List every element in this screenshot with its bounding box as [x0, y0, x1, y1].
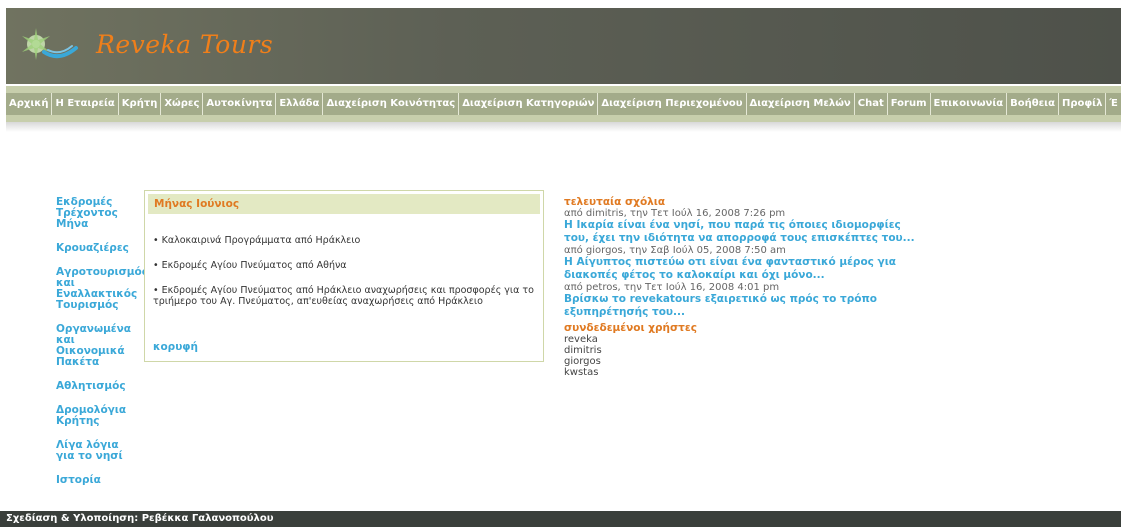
sidebar-link[interactable]: Ιστορία [56, 475, 140, 486]
nav-item[interactable]: Χώρες [161, 93, 204, 115]
panel-list-item: • Εκδρομές Αγίου Πνεύματος από Ηράκλειο … [153, 285, 534, 307]
nav-item[interactable]: Έ [1106, 93, 1121, 115]
nav-item[interactable]: Ελλάδα [276, 93, 324, 115]
site-title[interactable]: Reveka Tours [96, 30, 273, 59]
online-user: giorgos [564, 356, 601, 367]
comment-link[interactable]: Η Αίγυπτος πιστεύω οτι είναι ένα φανταστ… [564, 256, 924, 282]
nav-item[interactable]: Κρήτη [119, 93, 162, 115]
nav-item[interactable]: Αρχική [6, 93, 53, 115]
sidebar-link[interactable]: Αθλητισμός [56, 381, 140, 392]
sidebar-link[interactable]: Οργανωμένα και Οικονομικά Πακέτα [56, 324, 140, 368]
nav-item[interactable]: Διαχείριση Κατηγοριών [459, 93, 599, 115]
nav-item[interactable]: Chat [855, 93, 888, 115]
top-link[interactable]: κορυφή [153, 341, 198, 353]
latest-comments-title: τελευταία σχόλια [564, 196, 666, 208]
comment-link[interactable]: Βρίσκω το revekatours εξαιρετικό ως πρός… [564, 293, 924, 319]
nav-item[interactable]: Διαχείριση Κοινότητας [323, 93, 460, 115]
panel-list: • Καλοκαιρινά Προγράμματα από Ηράκλειο • … [145, 217, 543, 307]
nav-menu: Αρχική Η Εταιρεία Κρήτη Χώρες Αυτοκίνητα Ελλά… [6, 93, 1121, 115]
online-user: kwstas [564, 367, 599, 378]
comment-meta: από petros, την Τετ Ιούλ 16, 2008 4:01 p… [564, 282, 780, 293]
site-header: Reveka Tours [6, 8, 1121, 84]
nav-item[interactable]: Προφίλ [1059, 93, 1107, 115]
sidebar-link[interactable]: Εκδρομές Τρέχοντος Μήνα [56, 197, 140, 230]
comments-list: από dimitris, την Τετ Ιούλ 16, 2008 7:26… [564, 208, 924, 319]
comment-link[interactable]: Η Ικαρία είναι ένα νησί, που παρά τις όπ… [564, 219, 924, 245]
comment-meta: από dimitris, την Τετ Ιούλ 16, 2008 7:26… [564, 208, 786, 219]
panel-title: Μήνας Ιούνιος [148, 194, 540, 214]
sidebar-link[interactable]: Δρομολόγια Κρήτης [56, 405, 140, 427]
nav-item[interactable]: Η Εταιρεία [52, 93, 119, 115]
flower-logo-icon [22, 28, 78, 60]
nav-item[interactable]: Βοήθεια [1007, 93, 1059, 115]
online-users-title: συνδεδεμένοι χρήστες [564, 322, 697, 334]
online-user: dimitris [564, 345, 602, 356]
sidebar-link[interactable]: Λίγα λόγια για το νησί [56, 440, 140, 462]
month-panel: Μήνας Ιούνιος • Καλοκαιρινά Προγράμματα … [144, 190, 544, 362]
online-user: reveka [564, 334, 598, 345]
main-navbar: Αρχική Η Εταιρεία Κρήτη Χώρες Αυτοκίνητα Ελλά… [6, 86, 1121, 122]
comment-meta: από giorgos, την Σαβ Ιούλ 05, 2008 7:50 … [564, 245, 786, 256]
panel-list-item: • Καλοκαιρινά Προγράμματα από Ηράκλειο [153, 235, 361, 246]
nav-item[interactable]: Διαχείριση Μελών [747, 93, 855, 115]
right-column: τελευταία σχόλια από dimitris, την Τετ Ι… [564, 196, 924, 378]
panel-list-item: • Εκδρομές Αγίου Πνεύματος από Αθήνα [153, 260, 347, 271]
sidebar-link[interactable]: Κρουαζιέρες [56, 243, 140, 254]
nav-item[interactable]: Forum [888, 93, 931, 115]
nav-item[interactable]: Αυτοκίνητα [203, 93, 277, 115]
sidebar: Εκδρομές Τρέχοντος Μήνα Κρουαζιέρες Αγροτο… [56, 197, 148, 499]
nav-shadow [6, 122, 1121, 132]
online-users-list: reveka dimitris giorgos kwstas [564, 334, 924, 378]
footer: Σχεδίαση & Υλοποίηση: Ρεβέκκα Γαλανοπούλ… [0, 511, 1121, 527]
nav-item[interactable]: Διαχείριση Περιεχομένου [598, 93, 747, 115]
sidebar-link[interactable]: Αγροτουρισμός και Εναλλακτικός Τουρισμός [56, 267, 148, 311]
nav-item[interactable]: Επικοινωνία [931, 93, 1008, 115]
